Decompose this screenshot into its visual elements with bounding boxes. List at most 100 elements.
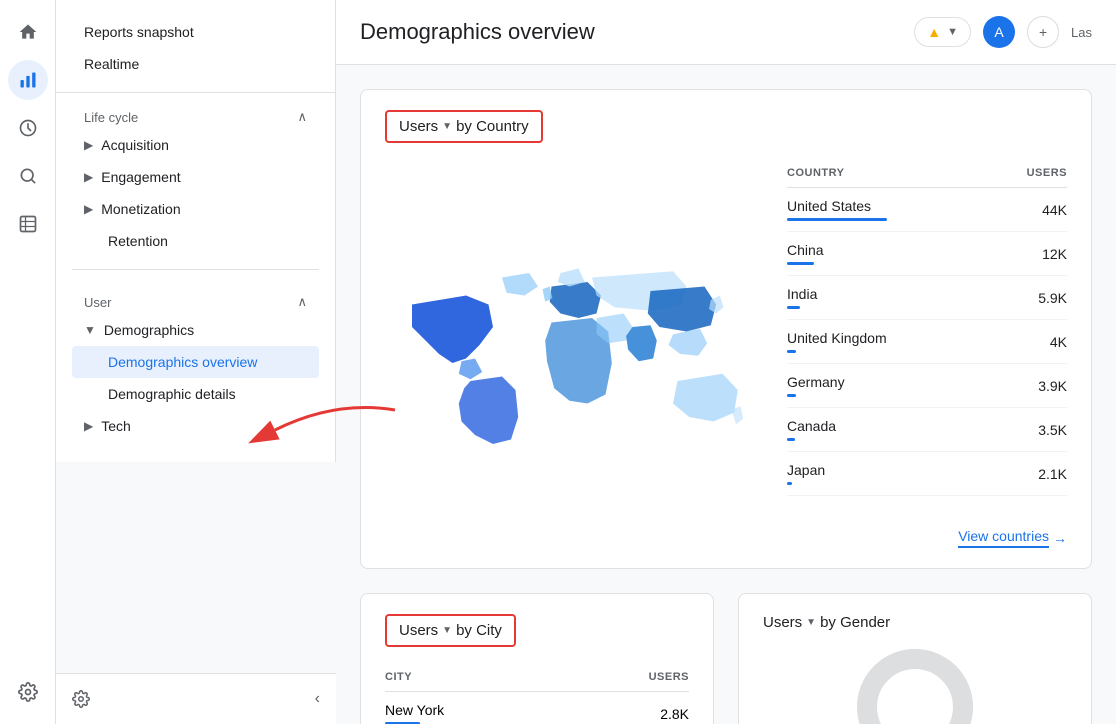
user-section: User ∧ ▼ Demographics Demographics overv… <box>56 278 335 446</box>
country-col-header: COUNTRY <box>787 167 844 179</box>
country-name: Canada <box>787 418 836 434</box>
country-users-count: 12K <box>1042 246 1067 262</box>
country-name: United States <box>787 198 887 214</box>
sidebar-demographics-overview[interactable]: Demographics overview <box>72 346 319 378</box>
add-comparison-button[interactable]: + <box>1027 16 1059 48</box>
table-row: China 12K <box>787 232 1067 276</box>
country-bar <box>787 438 795 441</box>
users-dropdown-label[interactable]: Users <box>399 118 438 135</box>
sidebar-engagement[interactable]: ▶ Engagement <box>72 161 319 193</box>
view-countries-container: View countries → <box>787 512 1067 548</box>
lifecycle-header[interactable]: Life cycle ∧ <box>72 105 319 129</box>
country-users-count: 4K <box>1050 334 1067 350</box>
chevron-right-icon: ▶ <box>84 170 93 184</box>
home-nav-icon[interactable] <box>8 12 48 52</box>
sidebar-top-section: Reports snapshot Realtime <box>56 16 335 93</box>
by-country-label: by Country <box>456 118 529 135</box>
main-content: Demographics overview ▲ ▼ A + Las Users … <box>336 0 1116 724</box>
country-name: United Kingdom <box>787 330 887 346</box>
world-map-container <box>385 159 763 548</box>
city-users-label[interactable]: Users <box>399 622 438 639</box>
sidebar-realtime[interactable]: Realtime <box>72 48 319 80</box>
gender-users-label[interactable]: Users <box>763 614 802 631</box>
sidebar: Reports snapshot Realtime Life cycle ∧ ▶… <box>56 0 336 462</box>
gender-card-header: Users ▼ by Gender <box>763 614 1067 631</box>
icon-navigation <box>0 0 56 724</box>
chevron-down-icon: ▼ <box>84 323 96 337</box>
user-header[interactable]: User ∧ <box>72 290 319 314</box>
country-users-count: 3.9K <box>1038 378 1067 394</box>
gender-dropdown-icon: ▼ <box>806 617 816 628</box>
users-col-header: USERS <box>1027 167 1067 179</box>
table-row: Canada 3.5K <box>787 408 1067 452</box>
table-row: United States 44K <box>787 188 1067 232</box>
city-col-header: CITY <box>385 671 412 683</box>
sidebar-demographic-details[interactable]: Demographic details <box>72 378 319 410</box>
country-name: Japan <box>787 462 825 478</box>
country-bar <box>787 350 796 353</box>
country-name: India <box>787 286 817 302</box>
warning-icon: ▲ <box>927 24 941 40</box>
country-table-header: COUNTRY USERS <box>787 159 1067 188</box>
sidebar-divider <box>72 269 319 270</box>
country-layout: COUNTRY USERS United States 44K China 12… <box>385 159 1067 548</box>
country-rows: United States 44K China 12K India 5.9K U… <box>787 188 1067 496</box>
plus-icon: + <box>1039 24 1047 40</box>
by-city-label: by City <box>456 622 502 639</box>
gender-donut-chart <box>855 647 975 724</box>
city-dropdown-icon: ▼ <box>442 625 452 636</box>
country-name: Germany <box>787 374 845 390</box>
country-bar <box>787 394 796 397</box>
chevron-right-icon: ▶ <box>84 419 93 433</box>
comparison-badge[interactable]: ▲ ▼ <box>914 17 971 47</box>
users-by-country-title: Users ▼ by Country <box>385 110 543 143</box>
sidebar-tech[interactable]: ▶ Tech <box>72 410 319 442</box>
reports-nav-icon[interactable] <box>8 108 48 148</box>
table-row: United Kingdom 4K <box>787 320 1067 364</box>
explore-nav-icon[interactable] <box>8 156 48 196</box>
users-by-country-card: Users ▼ by Country <box>360 89 1092 569</box>
country-card-header: Users ▼ by Country <box>385 110 1067 143</box>
country-users-count: 44K <box>1042 202 1067 218</box>
country-table: COUNTRY USERS United States 44K China 12… <box>787 159 1067 548</box>
table-row: Germany 3.9K <box>787 364 1067 408</box>
users-by-city-title: Users ▼ by City <box>385 614 516 647</box>
country-bar <box>787 482 792 485</box>
city-users-count: 2.8K <box>660 706 689 722</box>
view-countries-label: View countries <box>958 528 1049 548</box>
country-users-count: 5.9K <box>1038 290 1067 306</box>
sidebar-reports-snapshot[interactable]: Reports snapshot <box>72 16 319 48</box>
sidebar-demographics[interactable]: ▼ Demographics <box>72 314 319 346</box>
bottom-cards-row: Users ▼ by City CITY USERS New York 2.8K <box>360 593 1092 724</box>
table-row: Japan 2.1K <box>787 452 1067 496</box>
sidebar-retention[interactable]: Retention <box>72 225 319 257</box>
table-row: New York 2.8K <box>385 692 689 724</box>
users-by-gender-card: Users ▼ by Gender <box>738 593 1092 724</box>
analytics-nav-icon[interactable] <box>8 60 48 100</box>
chevron-right-icon: ▶ <box>84 138 93 152</box>
page-header: Demographics overview ▲ ▼ A + Las <box>336 0 1116 65</box>
sidebar-acquisition[interactable]: ▶ Acquisition <box>72 129 319 161</box>
dropdown-arrow-icon: ▼ <box>947 26 958 38</box>
city-card-header: Users ▼ by City <box>385 614 689 647</box>
data-nav-icon[interactable] <box>8 204 48 244</box>
by-gender-label: by Gender <box>820 614 890 631</box>
settings-nav-icon[interactable] <box>8 672 48 712</box>
city-name: New York <box>385 702 444 718</box>
view-countries-link[interactable]: View countries → <box>958 528 1067 548</box>
country-users-count: 2.1K <box>1038 466 1067 482</box>
country-users-count: 3.5K <box>1038 422 1067 438</box>
users-by-city-card: Users ▼ by City CITY USERS New York 2.8K <box>360 593 714 724</box>
user-avatar[interactable]: A <box>983 16 1015 48</box>
last-updated-label: Las <box>1071 25 1092 40</box>
city-table-header: CITY USERS <box>385 663 689 692</box>
page-content: Users ▼ by Country <box>336 65 1116 724</box>
table-row: India 5.9K <box>787 276 1067 320</box>
city-users-col-header: USERS <box>649 671 689 683</box>
users-by-gender-title: Users ▼ by Gender <box>763 614 890 631</box>
chevron-right-icon: ▶ <box>84 202 93 216</box>
page-title: Demographics overview <box>360 19 902 45</box>
sidebar-monetization[interactable]: ▶ Monetization <box>72 193 319 225</box>
gender-chart-container <box>763 647 1067 724</box>
arrow-right-icon: → <box>1053 530 1067 546</box>
